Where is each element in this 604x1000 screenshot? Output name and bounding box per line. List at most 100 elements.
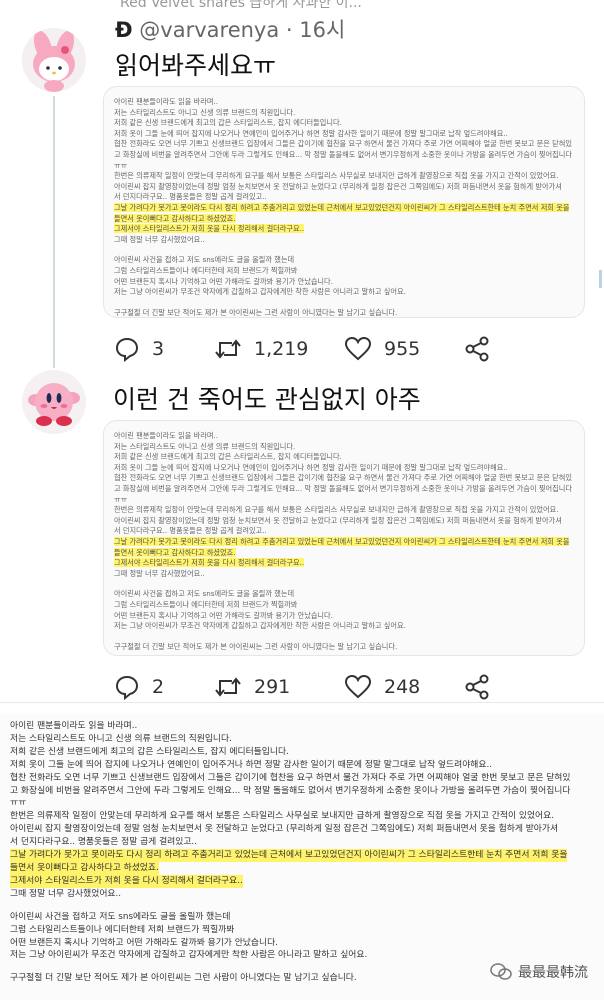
avatar-my-melody[interactable] xyxy=(22,28,86,92)
tweet-1-header: Ð @varvarenya · 16시 xyxy=(115,14,345,44)
text-line: 한번은 의류제작 일정이 안맞는데 무리하게 요구를 해서 보통은 스타일리스 … xyxy=(114,505,559,515)
text-line: 어떤 브랜든지 혹시나 기억하고 어떤 가해라도 갈까봐 용기가 안났습니다. xyxy=(114,276,333,286)
text-line: 저희 옷이 그들 눈에 띄어 잡지에 나오거나 연예인이 입어주거나 하면 정말… xyxy=(114,128,508,138)
text-line xyxy=(104,245,584,255)
text-line: 서 던지다라구요.. 명품옷들은 정말 곱게 걸려있고.. xyxy=(114,192,267,202)
like-count: 248 xyxy=(384,676,421,698)
text-line: 들면서 옷이뻐다고 감사하다고 하셨었죠. xyxy=(104,547,584,559)
tweet-1-image-card[interactable]: 아이린 팬분들이라도 읽을 바라며.. 저는 스타일리스트도 아니고 신생 의류 … xyxy=(103,86,585,318)
like-count: 955 xyxy=(384,338,421,360)
like-button[interactable]: 248 xyxy=(344,674,464,700)
thread-line xyxy=(53,96,55,368)
text-line: 저는 스타일리스트도 아니고 신생 의류 브랜드의 직원입니다. xyxy=(10,733,232,744)
top-cut-text: Red Velvet shares 급하게 사과한 이... xyxy=(120,0,362,11)
share-icon xyxy=(465,674,489,700)
highlighted-text: 들면서 옷이뻐다고 감사하다고 하셨었죠. xyxy=(10,861,159,875)
kirby-icon xyxy=(22,370,86,434)
text-line: 서 던지다라구요.. 명품옷들은 정말 곱게 걸려있고.. xyxy=(10,837,198,848)
text-line: 그럼 스타일리스트들이나 에디터한테 저희 브랜드가 찍힐까봐 xyxy=(10,924,235,935)
text-line: 저희 옷이 그들 눈에 띄어 잡지에 나오거나 연예인이 입어주거나 하면 정말… xyxy=(114,462,508,472)
text-line: 협찬 전화라도 오면 너무 기쁘고 신생브랜드 입장에서 그들은 갑이기에 협찬… xyxy=(114,139,572,149)
heart-icon xyxy=(344,674,372,699)
retweet-icon xyxy=(215,677,241,697)
text-line: 저는 스타일리스트도 아니고 신생 의류 브랜드의 직원입니다. xyxy=(114,107,296,117)
scroll-marker xyxy=(599,270,602,288)
reply-count: 2 xyxy=(152,676,165,698)
text-line: 그때 정말 너무 감사했었어요.. xyxy=(114,568,205,578)
highlighted-text: 그날 가려다가 못가고 못이라도 다시 정리 하려고 주춤거리고 있었는데 근처… xyxy=(114,536,570,546)
text-line: 아이린씨 잡지 촬영장이었는데 정말 엄청 눈치보면서 옷 전달하고 눈었다고 … xyxy=(10,824,559,835)
reply-count: 3 xyxy=(152,338,165,360)
text-line: 구구절절 더 긴말 보단 적어도 제가 본 아이린씨는 그런 사람이 아니였다는… xyxy=(114,307,398,317)
tweet-1-dot: · xyxy=(285,18,293,42)
tweet-2-actions: 2 291 248 xyxy=(114,674,584,700)
retweet-button[interactable]: 1,219 xyxy=(214,336,344,362)
text-line: 고 화장실에 비번을 알려주면서 그안에 두라 그렇게도 인해요... 막 정말… xyxy=(114,149,572,159)
text-line: 들면서 옷이뻐다고 감사하다고 하셨었죠. xyxy=(0,861,604,875)
highlighted-text: 그제서야 스타일리스트가 저희 옷을 다시 정리해서 걸더라구요.. xyxy=(10,874,243,888)
text-line: 들면서 옷이뻐다고 감사하다고 하셨었죠. xyxy=(104,213,584,225)
like-button[interactable]: 955 xyxy=(344,336,464,362)
text-line: 저희 같은 신생 브랜드에게 최고의 갑은 스타일리스트, 잡지 에디터들입니다… xyxy=(10,746,289,757)
text-line: 아이린씨 잡지 촬영장이었는데 정말 엄청 눈치보면서 옷 전달하고 눈었다고 … xyxy=(114,181,562,191)
text-line: 저는 그냥 아이린씨가 무조건 약자에게 갑질하고 갑자에게만 착한 사람은 아… xyxy=(10,950,368,961)
text-line: 어떤 브랜든지 혹시나 기억하고 어떤 가해라도 갈까봐 용기가 안났습니다. xyxy=(114,610,333,620)
text-line: ㅠㅠ xyxy=(114,494,128,504)
highlighted-text: 그날 가려다가 못가고 못이라도 다시 정리 하려고 주춤거리고 있었는데 근처… xyxy=(10,849,568,862)
highlighted-text: 그제서야 스타일리스트가 저희 옷을 다시 정리해서 걸더라구요.. xyxy=(114,224,305,234)
text-line: 서 던지다라구요.. 명품옷들은 정말 곱게 걸려있고.. xyxy=(114,526,267,536)
my-melody-icon xyxy=(22,28,86,92)
text-line: 어떤 브랜든지 혹시나 기억하고 어떤 가해라도 갈까봐 용기가 안났습니다. xyxy=(10,937,278,948)
share-button[interactable] xyxy=(464,674,502,700)
text-line: 그럼 스타일리스트들이나 에디터한테 저희 브랜드가 찍힐까봐 xyxy=(114,599,298,609)
section-divider xyxy=(0,702,604,703)
text-line: 한번은 의류제작 일정이 안맞는데 무리하게 요구를 해서 보통은 스타일리스 … xyxy=(114,171,559,181)
text-line xyxy=(0,901,604,911)
tweet-2-image-card[interactable]: 아이린 팬분들이라도 읽을 바라며.. 저는 스타일리스트도 아니고 신생 의류 … xyxy=(103,420,585,656)
watermark-text: 最最最韩流 xyxy=(518,965,588,981)
text-line: 아이린 팬분들이라도 읽을 바라며.. xyxy=(114,97,218,106)
tweet-1-display-name[interactable]: Ð xyxy=(115,18,133,42)
text-line: 저는 그냥 아이린씨가 무조건 약자에게 갑질하고 갑자에게만 착한 사람은 아… xyxy=(114,621,406,631)
text-line: 저는 그냥 아이린씨가 무조건 약자에게 갑질하고 갑자에게만 착한 사람은 아… xyxy=(114,287,406,297)
heart-icon xyxy=(344,336,372,361)
text-line: 협찬 전화라도 오면 너무 기쁘고 신생브랜드 입장에서 그들은 갑이기에 협찬… xyxy=(10,772,571,783)
text-line: 아이린씨 잡지 촬영장이었는데 정말 엄청 눈치보면서 옷 전달하고 눈었다고 … xyxy=(114,515,562,525)
text-line: 고 화장실에 비번을 알려주면서 그안에 두라 그렇게도 인해요... 막 정말… xyxy=(114,483,572,493)
tweet-1-time[interactable]: 16시 xyxy=(299,18,345,42)
tweet-1-handle[interactable]: @varvarenya xyxy=(139,18,279,42)
text-line xyxy=(104,298,584,308)
retweet-button[interactable]: 291 xyxy=(214,674,344,700)
share-button[interactable] xyxy=(464,336,502,362)
letter-text: 아이린 팬분들이라도 읽을 바라며.. 저는 스타일리스트도 아니고 신생 의류 … xyxy=(0,714,604,985)
text-line: 구구절절 더 긴말 보단 적어도 제가 본 아이린씨는 그런 사람이 아니였다는… xyxy=(114,641,398,651)
text-line: 고 화장실에 비번을 알려주면서 그안에 두라 그렇게도 인해요... 막 정말… xyxy=(10,785,571,796)
highlighted-text: 그날 가려다가 못가고 못이라도 다시 정리 하려고 주춤거리고 있었는데 근처… xyxy=(114,202,570,212)
watermark: 最最最韩流 xyxy=(490,962,588,982)
text-line xyxy=(104,579,584,589)
tweet-1-image-text: 아이린 팬분들이라도 읽을 바라며.. 저는 스타일리스트도 아니고 신생 의류 … xyxy=(104,87,584,317)
text-line: 그날 가려다가 못가고 못이라도 다시 정리 하려고 주춤거리고 있었는데 근처… xyxy=(104,536,584,548)
reply-icon xyxy=(115,675,139,700)
text-line: 저는 스타일리스트도 아니고 신생 의류 브랜드의 직원입니다. xyxy=(114,441,296,451)
tweet-2-image-text: 아이린 팬분들이라도 읽을 바라며.. 저는 스타일리스트도 아니고 신생 의류 … xyxy=(104,421,584,652)
letter-photo: 아이린 팬분들이라도 읽을 바라며.. 저는 스타일리스트도 아니고 신생 의류 … xyxy=(0,714,604,1000)
reply-button[interactable]: 2 xyxy=(114,674,214,700)
tweet-1-actions: 3 1,219 955 xyxy=(114,336,584,362)
text-line: 아이린 팬분들이라도 읽을 바라며.. xyxy=(114,431,218,440)
text-line: 아이린씨 사건을 접하고 저도 sns에라도 글을 올릴까 했는데 xyxy=(114,255,295,265)
text-line: 아이린씨 사건을 접하고 저도 sns에라도 글을 올릴까 했는데 xyxy=(10,911,231,922)
highlighted-text: 그제서야 스타일리스트가 저희 옷을 다시 정리해서 걸더라구요.. xyxy=(114,558,305,568)
tweet-1-text: 읽어봐주세요ㅠ xyxy=(115,51,277,80)
text-line: 그날 가려다가 못가고 못이라도 다시 정리 하려고 주춤거리고 있었는데 근처… xyxy=(0,849,604,862)
reply-button[interactable]: 3 xyxy=(114,336,214,362)
text-line: 아이린 팬분들이라도 읽을 바라며.. xyxy=(10,721,138,731)
text-line: ㅠㅠ xyxy=(10,798,27,809)
text-line: 그제서야 스타일리스트가 저희 옷을 다시 정리해서 걸더라구요.. xyxy=(104,558,584,569)
retweet-icon xyxy=(215,339,241,359)
wechat-icon xyxy=(490,963,512,980)
text-line: 아이린씨 사건을 접하고 저도 sns에라도 글을 올릴까 했는데 xyxy=(114,589,295,599)
avatar-kirby[interactable] xyxy=(22,370,86,434)
text-line: 그때 정말 너무 감사했었어요.. xyxy=(114,234,205,244)
retweet-count: 291 xyxy=(254,676,291,698)
